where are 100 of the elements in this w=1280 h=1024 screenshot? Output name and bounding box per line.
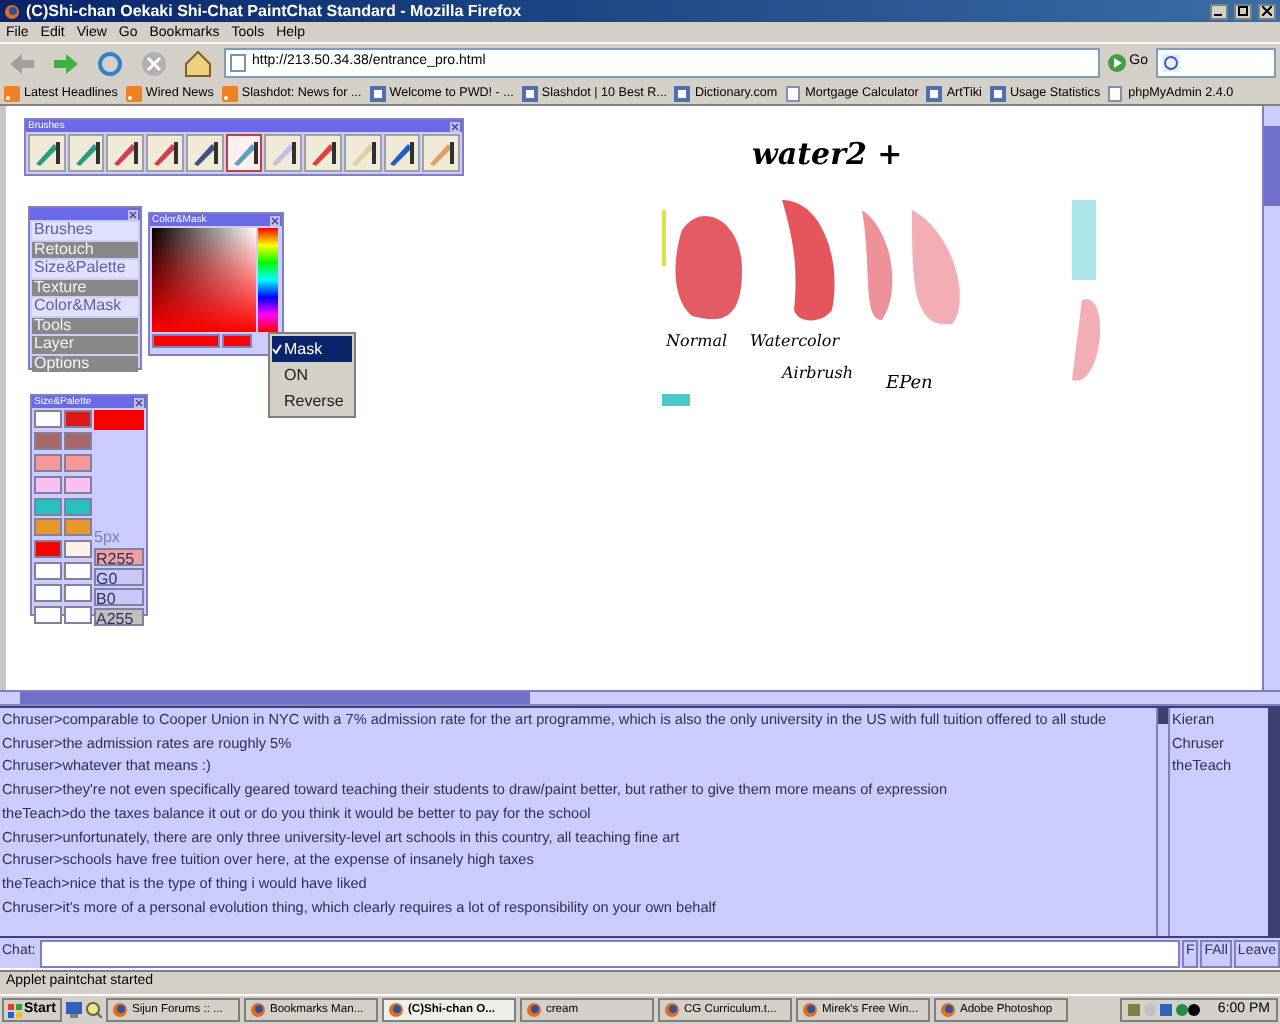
minimize-button[interactable] [1210, 3, 1228, 19]
brush-icon [426, 138, 457, 168]
page-icon [1108, 85, 1125, 101]
palette-swatch[interactable] [64, 410, 92, 428]
app-icon [663, 1002, 680, 1018]
brush-color-preview [94, 410, 144, 430]
tray-icons-drawing [1127, 1002, 1200, 1018]
palette-swatch[interactable] [64, 518, 92, 537]
close-button[interactable] [1258, 3, 1276, 19]
close-icon [1262, 6, 1272, 16]
close-icon [134, 397, 144, 407]
palette-swatch[interactable] [34, 584, 62, 603]
brush-icon [308, 138, 338, 168]
scrollbar-thumb[interactable] [20, 692, 530, 704]
app-icon [801, 1002, 818, 1018]
palette-swatch[interactable] [34, 562, 62, 581]
menu-item[interactable]: ON [272, 362, 352, 388]
palette-swatch[interactable] [64, 562, 92, 581]
app-icon [525, 1002, 542, 1018]
brush-icon [189, 138, 220, 168]
brush-tool-button[interactable] [67, 134, 105, 172]
palette-swatch[interactable] [34, 518, 62, 537]
color-picker-square[interactable] [152, 228, 256, 332]
close-icon [270, 215, 280, 225]
close-icon [128, 209, 138, 219]
scrollbar-thumb[interactable] [1158, 708, 1168, 724]
go-arrow-icon [1107, 54, 1126, 72]
app-icon [111, 1002, 128, 1018]
brush-tool-button[interactable] [28, 134, 66, 172]
brush-tool-button[interactable] [185, 134, 224, 172]
palette-swatch[interactable] [34, 540, 62, 559]
palette-swatch[interactable] [64, 431, 92, 450]
palette-swatch[interactable] [64, 606, 92, 625]
palette-swatch[interactable] [34, 497, 62, 516]
window-title: (C)Shi-chan Oekaki Shi-Chat PaintChat Standard - Mozilla Firefox [26, 3, 524, 19]
brush-icon [150, 138, 181, 168]
search-engine-icon [1162, 54, 1180, 72]
stop-icon [138, 47, 170, 79]
canvas-handwriting: Normal [666, 334, 728, 350]
home-icon [182, 47, 214, 79]
palette-swatch[interactable] [34, 475, 62, 494]
brush-icon [229, 138, 260, 168]
brush-icon [71, 138, 102, 168]
brush-size-label: 5px [94, 526, 122, 546]
hue-spectrum-bar[interactable] [258, 228, 278, 332]
brush-tool-button[interactable] [422, 134, 461, 172]
app-icon [387, 1002, 404, 1018]
palette-swatch[interactable] [64, 540, 92, 559]
app-icon [939, 1002, 956, 1018]
scrollbar-thumb[interactable] [1264, 126, 1280, 206]
vertical-scrollbar[interactable] [1262, 106, 1280, 690]
site-icon [521, 85, 538, 101]
brush-tool-button[interactable] [343, 134, 382, 172]
windows-logo-icon [8, 1003, 22, 1017]
color-value-slider[interactable]: R255 [94, 548, 144, 566]
brush-tool-button[interactable] [304, 134, 342, 172]
close-icon [450, 121, 460, 131]
feed-icon [125, 85, 142, 101]
brush-tool-button[interactable] [383, 134, 421, 172]
canvas-handwriting: water2 + [752, 140, 903, 170]
previous-color-swatch [222, 334, 252, 348]
user-list-scrollbar[interactable] [1268, 708, 1280, 936]
feed-icon [4, 85, 20, 101]
palette-swatch[interactable] [34, 431, 62, 450]
brush-tool-button[interactable] [264, 134, 303, 172]
palette-swatch[interactable] [34, 410, 62, 428]
palette-swatch[interactable] [64, 453, 92, 472]
palette-swatch[interactable] [64, 475, 92, 494]
menu-item[interactable]: Mask [272, 336, 352, 362]
feed-icon [221, 85, 238, 101]
brush-tool-button[interactable] [146, 134, 184, 172]
horizontal-scrollbar[interactable] [0, 690, 1280, 706]
menu-item[interactable]: Reverse [272, 388, 352, 414]
brush-icon [268, 138, 299, 168]
page-icon [785, 85, 802, 101]
brush-icon [347, 138, 378, 168]
search-field[interactable] [1156, 48, 1276, 78]
maximize-button[interactable] [1234, 3, 1252, 19]
chat-scrollbar[interactable] [1156, 708, 1170, 936]
panel-toggle-button[interactable]: Color&Mask [32, 298, 138, 315]
palette-swatch[interactable] [64, 497, 92, 516]
maximize-icon [1238, 6, 1248, 16]
site-icon [674, 85, 691, 101]
brush-icon [386, 138, 417, 168]
color-value-slider[interactable]: G0 [94, 568, 144, 586]
brush-tool-button[interactable] [225, 134, 263, 172]
color-value-slider[interactable]: B0 [94, 588, 144, 606]
palette-swatch[interactable] [34, 453, 62, 472]
brush-icon [31, 138, 62, 168]
panel-toggle-button[interactable]: Brushes [32, 222, 138, 239]
color-value-slider[interactable]: A255 [94, 608, 144, 626]
canvas-handwriting: Airbrush [782, 366, 854, 382]
palette-swatch[interactable] [34, 606, 62, 625]
site-icon [369, 85, 386, 101]
panel-toggle-button[interactable]: Size&Palette [32, 260, 138, 277]
home-button[interactable] [180, 45, 216, 81]
chat-input-field[interactable] [39, 939, 1180, 967]
firefox-icon [4, 3, 20, 19]
brush-tool-button[interactable] [106, 134, 145, 172]
palette-swatch[interactable] [64, 584, 92, 603]
